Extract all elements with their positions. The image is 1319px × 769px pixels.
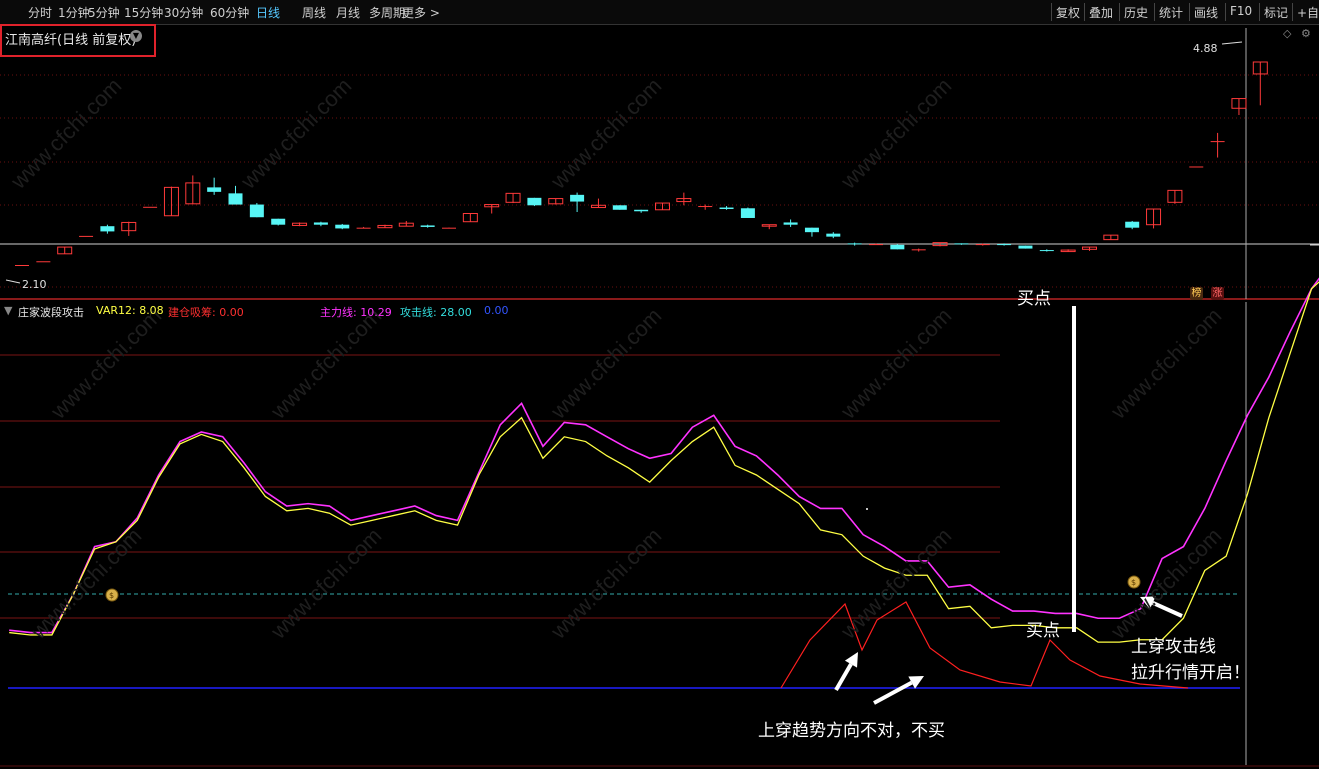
watermark: www.cfchi.com: [835, 303, 956, 424]
candle-body: [335, 224, 350, 229]
low-price-pointer: [5, 279, 21, 284]
candle-body: [1125, 221, 1140, 228]
candle-body: [997, 244, 1012, 246]
candle-body: [420, 225, 435, 227]
watermark: www.cfchi.com: [265, 303, 386, 424]
cross-attack-text: 上穿攻击线: [1131, 637, 1216, 657]
main-line-value: 主力线: 10.29: [320, 306, 392, 319]
candle-body: [612, 205, 627, 210]
watermark: www.cfchi.com: [265, 523, 386, 644]
candle-body: [442, 227, 456, 229]
extra-value: 0.00: [484, 304, 509, 317]
high-price-pointer: [1221, 41, 1243, 45]
wrong-direction-text: 上穿趋势方向不对，不买: [758, 721, 945, 741]
candle-body: [356, 227, 371, 229]
arrow-wrong-1-shaft: [834, 663, 853, 692]
candle-body: [228, 193, 243, 205]
buy-point-vertical-bar: [1072, 306, 1076, 632]
chevron-down-icon[interactable]: ▼: [130, 30, 142, 42]
candle-body: [1039, 250, 1054, 252]
settings-icon[interactable]: ⚙: [1301, 27, 1311, 40]
watermark: www.cfchi.com: [545, 73, 666, 194]
watermark: www.cfchi.com: [5, 73, 126, 194]
diamond-icon[interactable]: ◇: [1283, 27, 1291, 40]
watermark: www.cfchi.com: [45, 303, 166, 424]
candle-body: [143, 206, 158, 208]
candle-body: [847, 243, 862, 245]
rank-tag[interactable]: 榜: [1190, 287, 1203, 300]
candle-body: [634, 209, 649, 212]
candle-body: [79, 235, 94, 237]
candle-body: [527, 197, 542, 206]
arrow-wrong-2-shaft: [873, 680, 913, 705]
watermark: www.cfchi.com: [1105, 303, 1226, 424]
candle-body: [207, 187, 222, 192]
stock-title: 江南高纤(日线 前复权): [5, 33, 137, 48]
watermark: www.cfchi.com: [835, 523, 956, 644]
money-bag-glyph: $: [1131, 578, 1136, 587]
candle-body: [890, 244, 905, 250]
candle-body: [249, 204, 264, 218]
candle-body: [975, 244, 990, 246]
candle-body: [313, 222, 328, 225]
indicator-dropdown-icon[interactable]: ▼: [4, 304, 12, 317]
attack-line-series: [9, 281, 1319, 643]
watermark: www.cfchi.com: [545, 303, 666, 424]
high-price-label: 4.88: [1193, 42, 1218, 55]
attack-line-value: 攻击线: 28.00: [400, 306, 472, 319]
candle-body: [698, 206, 713, 208]
chart-canvas: $$www.cfchi.com www.cfchi.com www.cfchi.co…: [0, 28, 1319, 767]
candle-body: [1189, 166, 1204, 168]
candle-body: [15, 265, 29, 266]
indicator-name[interactable]: 庄家波段攻击: [18, 304, 84, 320]
candle-body: [740, 208, 755, 218]
candle-body: [570, 194, 585, 202]
candle-body: [869, 244, 883, 246]
build-value: 建仓吸筹: 0.00: [168, 306, 244, 319]
money-bag-glyph: $: [109, 591, 114, 600]
watermark: www.cfchi.com: [1105, 523, 1226, 644]
candle-body: [1018, 245, 1033, 249]
candle-body: [719, 207, 734, 210]
candle-body: [804, 227, 819, 233]
candle-body: [826, 233, 841, 237]
low-price-label: 2.10: [22, 278, 47, 291]
watermark: www.cfchi.com: [235, 73, 356, 194]
candle-body: [1210, 141, 1225, 143]
buy-point-label-lower: 买点: [1026, 621, 1060, 641]
candle-body: [100, 226, 115, 232]
candle-body: [911, 249, 926, 251]
candle-body: [954, 243, 969, 245]
candle-body: [783, 222, 798, 225]
candle-body: [271, 218, 286, 225]
rise-tag[interactable]: 涨: [1211, 287, 1224, 300]
rally-start-text: 拉升行情开启！: [1131, 663, 1250, 683]
watermark: www.cfchi.com: [835, 73, 956, 194]
buy-point-label-upper: 买点: [1017, 289, 1051, 309]
watermark: www.cfchi.com: [545, 523, 666, 644]
stock-title-box[interactable]: 江南高纤(日线 前复权) ▼: [0, 24, 156, 57]
var12-value: VAR12: 8.08: [96, 304, 164, 317]
candle-body: [36, 261, 51, 263]
watermark: www.cfchi.com: [25, 523, 146, 644]
stray-dot: [866, 508, 868, 510]
